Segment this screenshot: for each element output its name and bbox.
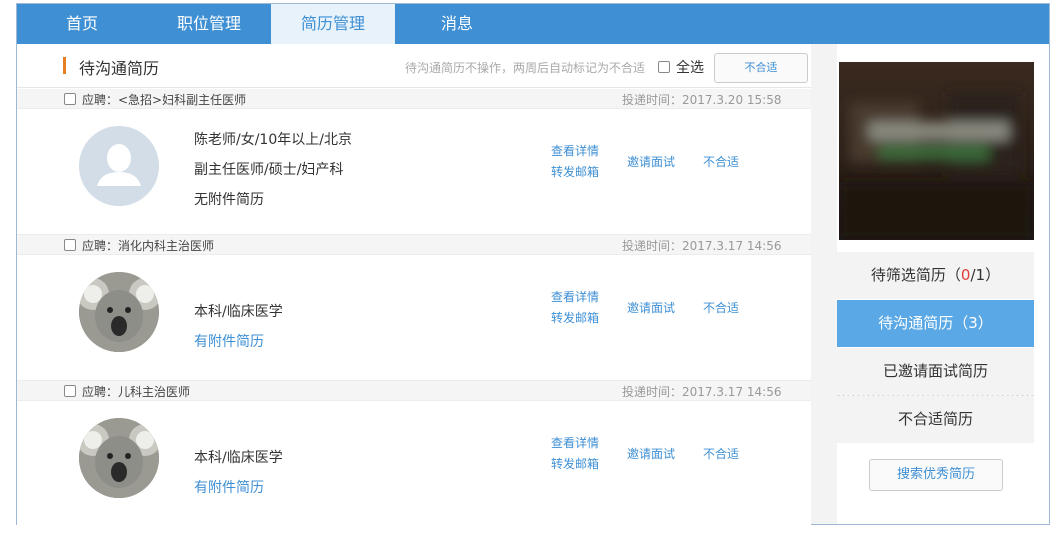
resume-list-panel: 待沟通简历 待沟通简历不操作，两周后自动标记为不合适 全选 不合适 应聘：<急招…	[17, 44, 811, 527]
card-checkbox[interactable]	[64, 385, 76, 397]
delivery-time: 投递时间：2017.3.17 14:56	[622, 385, 782, 399]
sidebar-filter-total: /1）	[970, 266, 1001, 284]
default-avatar-icon[interactable]	[79, 126, 159, 206]
candidate-education-info: 本科/临床医学	[194, 304, 283, 320]
promo-banner-image[interactable]	[839, 62, 1034, 240]
applied-position: 应聘：消化内科主治医师	[82, 239, 215, 253]
select-all-checkbox[interactable]	[658, 61, 670, 73]
view-details-link[interactable]: 查看详情	[551, 288, 599, 305]
card-checkbox[interactable]	[64, 239, 76, 251]
forward-email-link[interactable]: 转发邮箱	[551, 309, 599, 326]
nav-resume-management[interactable]: 简历管理	[271, 4, 395, 44]
sidebar-item-invited[interactable]: 已邀请面试简历	[837, 348, 1034, 395]
resume-card: 应聘：消化内科主治医师 投递时间：2017.3.17 14:56 本科/临床医学…	[17, 235, 811, 381]
select-all-label[interactable]: 全选	[676, 57, 704, 77]
card-header: 应聘：儿科主治医师 投递时间：2017.3.17 14:56	[17, 381, 811, 401]
applied-position: 应聘：<急招>妇科副主任医师	[82, 93, 247, 107]
app-frame: 首页 职位管理 简历管理 消息 待沟通简历 待沟通简历不操作，两周后自动标记为不…	[16, 3, 1050, 527]
top-nav: 首页 职位管理 简历管理 消息	[17, 4, 1049, 44]
attachment-resume-link[interactable]: 有附件简历	[194, 477, 264, 497]
resume-card: 应聘：<急招>妇科副主任医师 投递时间：2017.3.20 15:58 陈老师/…	[17, 89, 811, 235]
attachment-resume-link[interactable]: 有附件简历	[194, 331, 264, 351]
candidate-education-info: 本科/临床医学	[194, 450, 283, 466]
reject-link[interactable]: 不合适	[703, 299, 739, 316]
reject-link[interactable]: 不合适	[703, 445, 739, 462]
koala-avatar-photo[interactable]	[79, 272, 159, 352]
sidebar-item-rejected[interactable]: 不合适简历	[837, 396, 1034, 443]
reject-link[interactable]: 不合适	[703, 153, 739, 170]
attachment-status: 无附件简历	[194, 192, 264, 208]
auto-reject-hint: 待沟通简历不操作，两周后自动标记为不合适	[405, 61, 646, 75]
nav-job-management[interactable]: 职位管理	[147, 4, 271, 44]
applied-position: 应聘：儿科主治医师	[82, 385, 191, 399]
card-header: 应聘：<急招>妇科副主任医师 投递时间：2017.3.20 15:58	[17, 89, 811, 109]
candidate-education-info: 副主任医师/硕士/妇产科	[194, 162, 344, 178]
forward-email-link[interactable]: 转发邮箱	[551, 455, 599, 472]
invite-interview-link[interactable]: 邀请面试	[627, 153, 675, 170]
nav-home[interactable]: 首页	[17, 4, 147, 44]
resume-card: 应聘：儿科主治医师 投递时间：2017.3.17 14:56 本科/临床医学 有…	[17, 381, 811, 527]
reject-selected-button[interactable]: 不合适	[714, 53, 808, 83]
sidebar-filter-label: 待筛选简历（	[870, 266, 961, 284]
card-checkbox[interactable]	[64, 93, 76, 105]
title-marker	[63, 57, 66, 74]
delivery-time: 投递时间：2017.3.17 14:56	[622, 239, 782, 253]
forward-email-link[interactable]: 转发邮箱	[551, 163, 599, 180]
search-resumes-button[interactable]: 搜索优秀简历	[869, 459, 1003, 491]
list-header: 待沟通简历 待沟通简历不操作，两周后自动标记为不合适 全选 不合适	[17, 44, 811, 88]
page-title: 待沟通简历	[79, 59, 160, 78]
sidebar-item-pending[interactable]: 待沟通简历（3）	[837, 300, 1034, 347]
delivery-time: 投递时间：2017.3.20 15:58	[622, 93, 782, 107]
view-details-link[interactable]: 查看详情	[551, 142, 599, 159]
nav-messages[interactable]: 消息	[395, 4, 519, 44]
view-details-link[interactable]: 查看详情	[551, 434, 599, 451]
candidate-basic-info: 陈老师/女/10年以上/北京	[194, 132, 352, 148]
card-header: 应聘：消化内科主治医师 投递时间：2017.3.17 14:56	[17, 235, 811, 255]
koala-avatar-photo[interactable]	[79, 418, 159, 498]
invite-interview-link[interactable]: 邀请面试	[627, 299, 675, 316]
sidebar-item-to-screen[interactable]: 待筛选简历（0/1）	[837, 252, 1034, 299]
invite-interview-link[interactable]: 邀请面试	[627, 445, 675, 462]
